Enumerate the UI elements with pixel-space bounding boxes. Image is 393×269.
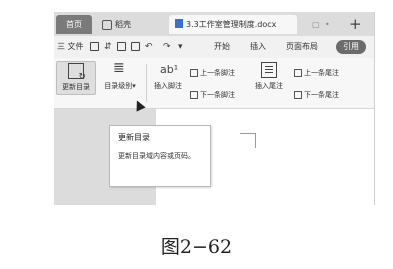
ribbon: 目录▾ 更新目录 目录级别▾ ab¹ 插入脚注 上一条脚注 下一条脚注 插入尾注… xyxy=(54,58,374,109)
menu-file[interactable]: 三 文件 xyxy=(57,36,84,58)
update-toc-label: 更新目录 xyxy=(62,83,90,91)
menu-bar: 三 文件 ⇵ ↶ ↷ ▾ 开始 插入 页面布局 引用 xyxy=(54,36,374,58)
figure-caption: 图2−62 xyxy=(160,236,233,258)
divider xyxy=(146,64,147,102)
preview-icon[interactable] xyxy=(131,42,140,51)
save-icon[interactable] xyxy=(90,42,99,51)
prev-endnote-icon xyxy=(294,69,302,77)
docer-icon xyxy=(102,19,112,30)
redo-icon[interactable]: ↷ xyxy=(163,36,171,58)
document-icon xyxy=(175,19,183,28)
next-footnote-button[interactable]: 下一条脚注 xyxy=(190,90,235,100)
tab-docer[interactable]: 稻壳 xyxy=(96,15,144,34)
prev-endnote-label: 上一条尾注 xyxy=(304,69,339,77)
dropdown-icon[interactable]: ▾ xyxy=(178,36,183,58)
insert-endnote-button[interactable]: 插入尾注 xyxy=(250,62,288,91)
menu-layout[interactable]: 页面布局 xyxy=(286,36,318,58)
window-icon[interactable]: ▢ xyxy=(312,15,320,34)
tab-document-label: 3.3工作室管理制度.docx xyxy=(186,20,277,29)
app-window: 首页 稻壳 3.3工作室管理制度.docx ▢ • + 三 文件 ⇵ ↶ ↷ ▾… xyxy=(54,12,375,205)
prev-endnote-button[interactable]: 上一条尾注 xyxy=(294,68,339,78)
next-endnote-icon xyxy=(294,91,302,99)
toc-level-button[interactable]: 目录级别▾ xyxy=(98,60,142,91)
add-tab-button[interactable]: + xyxy=(349,13,362,35)
margin-corner-mark xyxy=(240,133,256,148)
next-footnote-icon xyxy=(190,91,198,99)
next-endnote-button[interactable]: 下一条尾注 xyxy=(294,90,339,100)
menu-reference[interactable]: 引用 xyxy=(336,40,366,54)
insert-footnote-label: 插入脚注 xyxy=(154,82,182,90)
tab-docer-label: 稻壳 xyxy=(115,20,131,29)
prev-footnote-label: 上一条脚注 xyxy=(200,69,235,77)
tab-home[interactable]: 首页 xyxy=(56,15,92,34)
update-toc-icon xyxy=(68,63,86,82)
tab-bar: 首页 稻壳 3.3工作室管理制度.docx ▢ • + xyxy=(54,12,374,36)
print-icon[interactable] xyxy=(117,42,126,51)
insert-footnote-button[interactable]: ab¹ 插入脚注 xyxy=(149,62,187,91)
insert-endnote-label: 插入尾注 xyxy=(255,82,283,90)
menu-start[interactable]: 开始 xyxy=(214,36,230,58)
endnote-icon xyxy=(261,62,277,78)
update-toc-button[interactable]: 更新目录 xyxy=(56,61,96,95)
next-endnote-label: 下一条尾注 xyxy=(304,91,339,99)
menu-insert[interactable]: 插入 xyxy=(250,36,266,58)
next-footnote-label: 下一条脚注 xyxy=(200,91,235,99)
export-icon[interactable]: ⇵ xyxy=(104,36,112,58)
tooltip-body: 更新目录域内容或页码。 xyxy=(118,152,195,160)
tab-document[interactable]: 3.3工作室管理制度.docx xyxy=(169,15,297,34)
prev-footnote-icon xyxy=(190,69,198,77)
footnote-icon: ab¹ xyxy=(160,63,179,76)
toc-level-label: 目录级别 xyxy=(104,82,133,90)
tooltip-title: 更新目录 xyxy=(118,133,150,142)
tooltip: 更新目录 更新目录域内容或页码。 xyxy=(109,125,211,187)
prev-footnote-button[interactable]: 上一条脚注 xyxy=(190,68,235,78)
chevron-down-icon: ▾ xyxy=(132,82,136,90)
toc-level-icon xyxy=(112,60,128,78)
dot-icon[interactable]: • xyxy=(325,15,330,34)
undo-icon[interactable]: ↶ xyxy=(145,36,153,58)
